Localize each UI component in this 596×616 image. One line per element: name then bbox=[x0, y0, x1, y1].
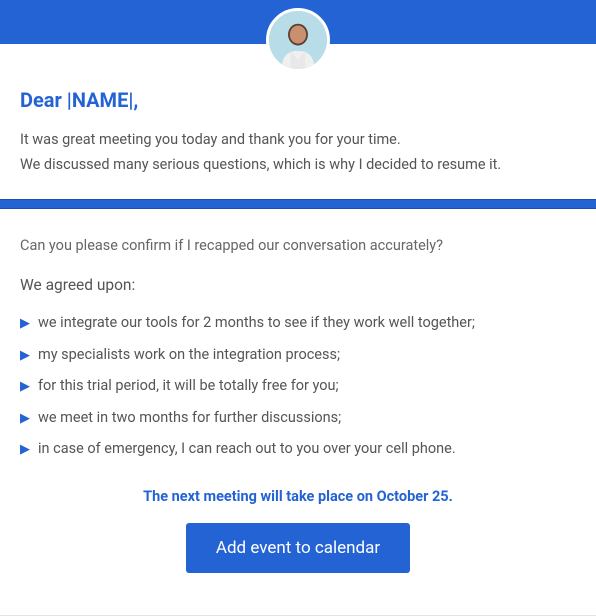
divider-bar bbox=[0, 199, 596, 209]
triangle-icon: ▶ bbox=[20, 409, 30, 429]
list-item-text: my specialists work on the integration p… bbox=[38, 346, 340, 363]
agreed-title: We agreed upon: bbox=[20, 276, 576, 294]
avatar bbox=[266, 8, 330, 72]
list-item-text: we meet in two months for further discus… bbox=[38, 409, 341, 426]
list-item-text: in case of emergency, I can reach out to… bbox=[38, 440, 456, 457]
header-bar bbox=[0, 0, 596, 44]
list-item: ▶ my specialists work on the integration… bbox=[20, 340, 576, 372]
triangle-icon: ▶ bbox=[20, 346, 30, 366]
recap-section: Can you please confirm if I recapped our… bbox=[0, 209, 596, 595]
triangle-icon: ▶ bbox=[20, 440, 30, 460]
confirm-question: Can you please confirm if I recapped our… bbox=[20, 237, 576, 254]
list-item-text: we integrate our tools for 2 months to s… bbox=[38, 314, 475, 331]
add-to-calendar-button[interactable]: Add event to calendar bbox=[186, 523, 410, 573]
greeting: Dear |NAME|, bbox=[20, 88, 576, 112]
avatar-image bbox=[269, 11, 327, 69]
intro-line-1: It was great meeting you today and thank… bbox=[20, 128, 576, 153]
list-item: ▶ in case of emergency, I can reach out … bbox=[20, 434, 576, 466]
list-item: ▶ we meet in two months for further disc… bbox=[20, 403, 576, 435]
agreement-list: ▶ we integrate our tools for 2 months to… bbox=[20, 308, 576, 466]
next-meeting-notice: The next meeting will take place on Octo… bbox=[20, 488, 576, 505]
list-item-text: for this trial period, it will be totall… bbox=[38, 377, 339, 394]
list-item: ▶ for this trial period, it will be tota… bbox=[20, 371, 576, 403]
triangle-icon: ▶ bbox=[20, 377, 30, 397]
intro-line-2: We discussed many serious questions, whi… bbox=[20, 153, 576, 178]
triangle-icon: ▶ bbox=[20, 314, 30, 334]
list-item: ▶ we integrate our tools for 2 months to… bbox=[20, 308, 576, 340]
